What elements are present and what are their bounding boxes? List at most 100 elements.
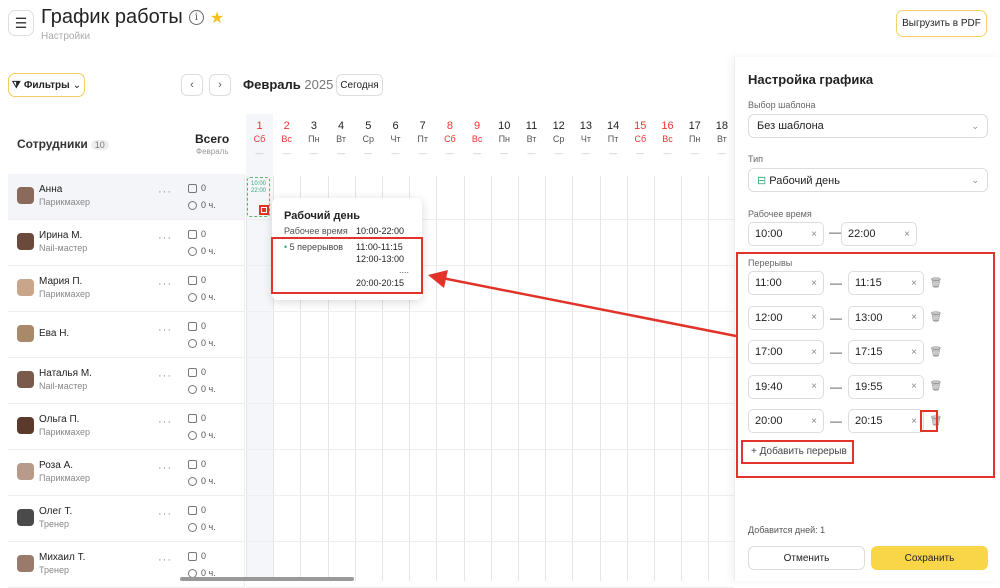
trash-icon[interactable]: 🗑 — [930, 312, 943, 324]
day-header[interactable]: 4 Вт — — [328, 120, 355, 161]
export-pdf-button[interactable]: Выгрузить в PDF — [896, 10, 987, 37]
hours-total: 0 ч. — [188, 246, 216, 256]
cancel-button[interactable]: Отменить — [748, 546, 865, 570]
trash-icon[interactable]: 🗑 — [930, 381, 943, 393]
day-header[interactable]: 9 Вс — — [464, 120, 491, 161]
day-header[interactable]: 16 Вс — — [654, 120, 681, 161]
more-icon[interactable]: ··· — [158, 232, 172, 244]
info-icon[interactable]: i — [188, 10, 204, 25]
more-icon[interactable]: ··· — [158, 554, 172, 566]
day-header[interactable]: 18 Вт — — [708, 120, 735, 161]
day-header[interactable]: 12 Ср — — [545, 120, 572, 161]
more-icon[interactable]: ··· — [158, 278, 172, 290]
day-weekday: Чт — [390, 134, 401, 144]
break-from-input[interactable]: 12:00 × — [748, 305, 824, 330]
clear-icon[interactable]: × — [904, 229, 910, 240]
type-select[interactable]: ⊟ Рабочий день ⌄ — [748, 168, 988, 192]
schedule-row-cells[interactable] — [246, 358, 734, 404]
clear-icon[interactable]: × — [811, 347, 817, 358]
break-to-input[interactable]: 13:00 × — [848, 305, 924, 330]
clear-icon[interactable]: × — [911, 278, 917, 289]
day-header[interactable]: 8 Сб — — [436, 120, 463, 161]
day-header[interactable]: 5 Ср — — [355, 120, 382, 161]
more-icon[interactable]: ··· — [158, 508, 172, 520]
next-month-button[interactable]: › — [209, 74, 231, 96]
breadcrumb[interactable]: Настройки — [41, 31, 90, 42]
day-weekday: Вс — [281, 134, 292, 144]
clear-icon[interactable]: × — [811, 278, 817, 289]
break-to-input[interactable]: 17:15 × — [848, 340, 924, 364]
employee-row[interactable]: Олег Т. Тренер ··· 0 0 ч. — [8, 496, 245, 542]
day-header[interactable]: 17 Пн — — [681, 120, 708, 161]
employee-row[interactable]: Наталья М. Nail-мастер ··· 0 0 ч. — [8, 358, 245, 404]
clear-icon[interactable]: × — [911, 347, 917, 358]
template-select[interactable]: Без шаблона ⌄ — [748, 114, 988, 138]
hours-value: 0 ч. — [201, 476, 216, 486]
employee-role: Парикмахер — [39, 289, 91, 299]
day-header[interactable]: 11 Вт — — [518, 120, 545, 161]
day-header[interactable]: 13 Чт — — [572, 120, 599, 161]
day-header[interactable]: 2 Вс — — [273, 120, 300, 161]
break-to-input[interactable]: 11:15 × — [848, 271, 924, 295]
trash-icon[interactable]: 🗑 — [930, 346, 943, 358]
hours-total: 0 ч. — [188, 338, 216, 348]
avatar — [17, 279, 34, 296]
work-from-input[interactable]: 10:00 × — [748, 222, 824, 246]
clear-icon[interactable]: × — [911, 416, 917, 427]
add-break-button[interactable]: + Добавить перерыв — [751, 446, 847, 457]
menu-button[interactable]: ☰ — [8, 10, 34, 36]
employee-row[interactable]: Ева Н. ··· 0 0 ч. — [8, 312, 245, 358]
range-dash: — — [829, 225, 841, 239]
clear-icon[interactable]: × — [811, 229, 817, 240]
range-dash: — — [830, 310, 842, 325]
break-to-input[interactable]: 19:55 × — [848, 374, 924, 399]
shift-count-value: 0 — [201, 229, 207, 239]
day-header[interactable]: 15 Сб — — [627, 120, 654, 161]
employee-row[interactable]: Роза А. Парикмахер ··· 0 0 ч. — [8, 450, 245, 496]
more-icon[interactable]: ··· — [158, 462, 172, 474]
star-icon[interactable]: ★ — [210, 8, 224, 28]
employee-row[interactable]: Анна Парикмахер ··· 0 0 ч. — [8, 174, 245, 220]
briefcase-icon — [188, 229, 197, 239]
save-button[interactable]: Сохранить — [871, 546, 988, 570]
clear-icon[interactable]: × — [811, 312, 817, 323]
break-to-input[interactable]: 20:15 × — [848, 409, 924, 433]
employee-row[interactable]: Мария П. Парикмахер ··· 0 0 ч. — [8, 266, 245, 312]
today-button[interactable]: Сегодня — [336, 74, 383, 96]
break-from-input[interactable]: 17:00 × — [748, 340, 824, 364]
break-from-input[interactable]: 20:00 × — [748, 409, 824, 433]
schedule-row-cells[interactable] — [246, 450, 734, 496]
clear-icon[interactable]: × — [811, 416, 817, 427]
avatar — [17, 187, 34, 204]
break-from-input[interactable]: 19:40 × — [748, 374, 824, 399]
shift-count-value: 0 — [201, 321, 207, 331]
trash-icon[interactable]: 🗑 — [930, 277, 943, 289]
day-header[interactable]: 7 Пт — — [409, 120, 436, 161]
horizontal-scrollbar[interactable] — [180, 577, 354, 581]
clear-icon[interactable]: × — [811, 381, 817, 392]
employee-row[interactable]: Михаил Т. Тренер ··· 0 0 ч. — [8, 542, 245, 588]
clear-icon[interactable]: × — [911, 381, 917, 392]
employee-row[interactable]: Ирина М. Nail-мастер ··· 0 0 ч. — [8, 220, 245, 266]
day-weekday: Пн — [308, 134, 320, 144]
day-dash: — — [473, 149, 482, 158]
day-header[interactable]: 6 Чт — — [382, 120, 409, 161]
day-header[interactable]: 14 Пт — — [600, 120, 627, 161]
day-header[interactable]: 3 Пн — — [300, 120, 327, 161]
more-icon[interactable]: ··· — [158, 186, 172, 198]
day-header[interactable]: 1 Сб — — [246, 120, 273, 161]
clear-icon[interactable]: × — [911, 312, 917, 323]
more-icon[interactable]: ··· — [158, 416, 172, 428]
employee-row[interactable]: Ольга П. Парикмахер ··· 0 0 ч. — [8, 404, 245, 450]
schedule-row-cells[interactable] — [246, 542, 734, 588]
prev-month-button[interactable]: ‹ — [181, 74, 203, 96]
filters-button[interactable]: ⧩ Фильтры ⌄ — [8, 73, 85, 97]
work-to-input[interactable]: 22:00 × — [841, 222, 917, 246]
more-icon[interactable]: ··· — [158, 324, 172, 336]
schedule-row-cells[interactable] — [246, 496, 734, 542]
more-icon[interactable]: ··· — [158, 370, 172, 382]
total-header: Всего — [195, 132, 230, 146]
day-header[interactable]: 10 Пн — — [491, 120, 518, 161]
schedule-row-cells[interactable] — [246, 404, 734, 450]
break-from-input[interactable]: 11:00 × — [748, 271, 824, 295]
